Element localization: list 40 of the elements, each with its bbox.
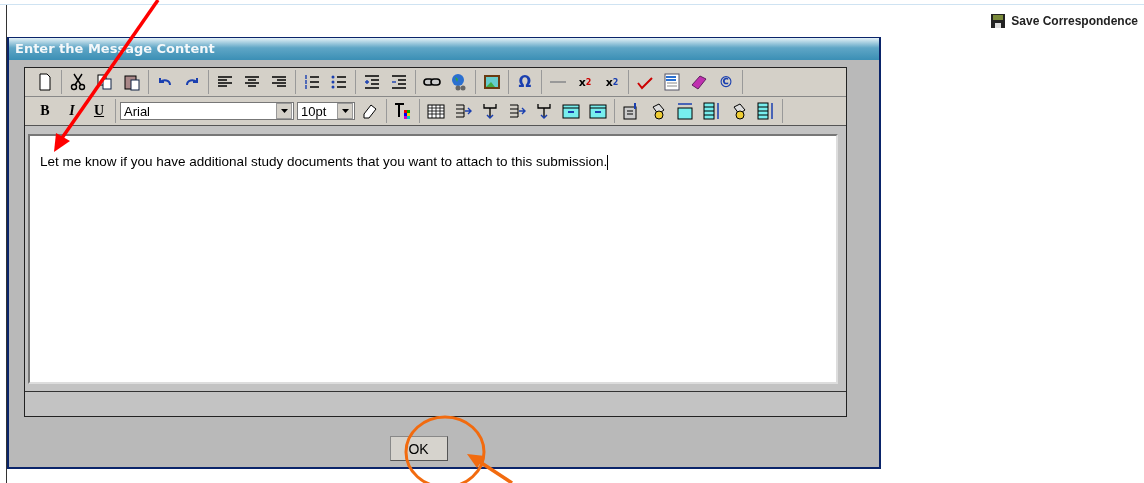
text-color-icon (394, 102, 412, 120)
document-icon (663, 73, 681, 91)
dropdown[interactable]: Arial (120, 102, 294, 120)
format-button[interactable]: x$^{2}$ (573, 70, 597, 94)
table-height-icon (757, 102, 775, 120)
copy-icon (96, 73, 114, 91)
ok-button[interactable]: OK (389, 436, 448, 461)
annotation-arrow (467, 454, 513, 483)
table-icon (427, 102, 445, 120)
message-text-area[interactable]: Let me know if you have additional study documents that you want to attach to this submission. (28, 134, 838, 384)
column-insert-icon (454, 102, 472, 120)
format-button[interactable]: I (60, 99, 84, 123)
column-arrow-icon (508, 102, 526, 120)
caret-icon (280, 109, 288, 113)
dropdown[interactable]: 10pt (297, 102, 355, 120)
caret-icon (341, 109, 349, 113)
eraser-icon (361, 102, 379, 120)
picture-frame-icon (483, 73, 501, 91)
table-height-icon (703, 102, 721, 120)
format-button[interactable]: U (87, 99, 111, 123)
save-link[interactable]: Save Correspondence (990, 11, 1138, 31)
message-text: Let me know if you have additional study documents that you want to attach to this submission. (40, 154, 608, 169)
bullet-list-icon (330, 73, 348, 91)
format-button[interactable]: © (714, 70, 738, 94)
properties-icon (622, 102, 640, 120)
scissors-icon (69, 73, 87, 91)
row-arrow-icon (535, 102, 553, 120)
merge-cells-icon (562, 102, 580, 120)
page-icon (36, 73, 54, 91)
cell-insert-icon (589, 102, 607, 120)
format-button[interactable]: B (33, 99, 57, 123)
horizontal-line-icon (550, 81, 566, 83)
outdent-icon (390, 73, 408, 91)
numbered-list-icon (303, 73, 321, 91)
clipboard-icon (123, 73, 141, 91)
indent-icon (363, 73, 381, 91)
format-button[interactable]: Ω (513, 70, 537, 94)
table-width-icon (676, 102, 694, 120)
globe-icon (450, 73, 468, 91)
split-arrow-icon (481, 102, 499, 120)
